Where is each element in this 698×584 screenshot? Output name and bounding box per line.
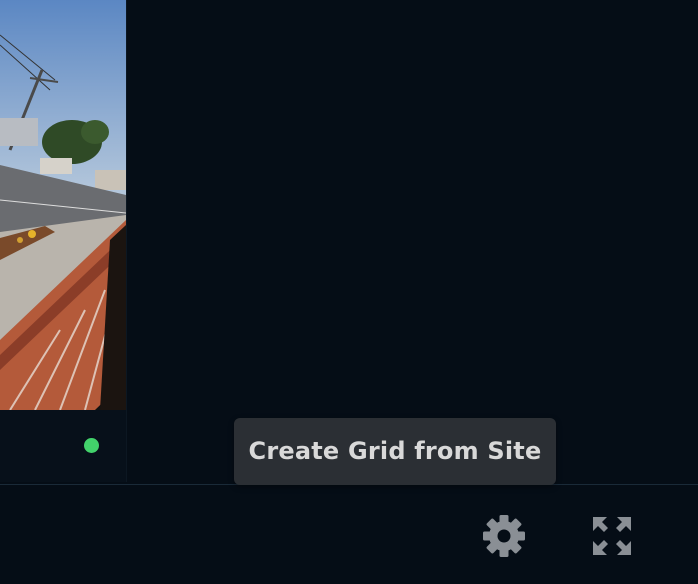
expand-arrows-icon [589, 513, 635, 559]
tooltip: Create Grid from Site [234, 418, 556, 485]
gear-icon [481, 513, 527, 559]
app-root: Create Grid from Site [0, 0, 698, 584]
camera-tile[interactable] [0, 0, 127, 482]
camera-footer [0, 410, 126, 482]
camera-feed-image[interactable] [0, 0, 126, 410]
online-status-indicator [84, 438, 99, 453]
settings-button[interactable] [480, 512, 528, 560]
tooltip-text: Create Grid from Site [248, 437, 542, 465]
fullscreen-button[interactable] [588, 512, 636, 560]
